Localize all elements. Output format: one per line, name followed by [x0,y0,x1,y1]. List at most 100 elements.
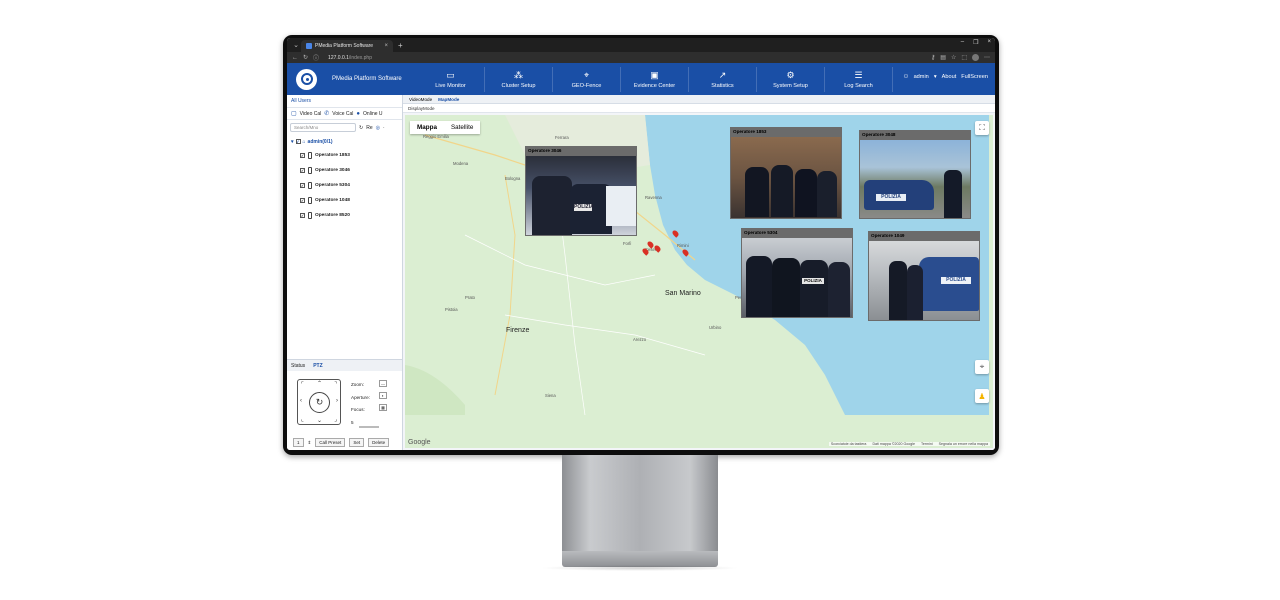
chevron-down-icon[interactable]: ▾ [934,74,937,80]
report-error-link[interactable]: Segnala un errore nella mappa [939,442,988,446]
back-icon[interactable]: ← [292,55,298,61]
minimize-icon[interactable]: – [961,39,964,46]
arrow-down-left-icon[interactable]: ⌞ [301,416,304,423]
browser-tab[interactable]: PMedia Platform Software × [301,40,393,52]
video-popup[interactable]: Operatore 3048 POLIZIA [859,130,971,219]
nav-live-monitor[interactable]: ▭ Live Monitor [417,66,485,92]
map[interactable]: Mappa Satellite ⛶ ⌖ ♟ Reggio Emilia Mode… [405,115,993,448]
call-preset-button[interactable]: Call Preset [315,438,346,447]
pegman-icon[interactable]: ♟ [975,389,989,403]
close-tab-icon[interactable]: × [384,43,388,49]
refresh-label[interactable]: Re [366,125,372,131]
tab-title: PMedia Platform Software [315,43,374,49]
fullscreen-link[interactable]: FullScreen [961,74,988,80]
panel-tools: ▢ Video Cal ✆ Voice Cal ● Online U [287,108,402,120]
tab-list-icon[interactable]: ⌄ [291,41,301,49]
video-popup[interactable]: Operatore 1049 POLIZIA [868,231,980,321]
menu-icon[interactable]: ⋯ [984,54,990,61]
phone-icon[interactable]: ✆ [324,110,329,117]
map-type-map[interactable]: Mappa [410,121,444,134]
more-icon[interactable]: · [383,125,385,131]
tab-video-mode[interactable]: VideoMode [409,97,432,102]
nav-label: Evidence Center [633,82,676,89]
close-window-icon[interactable]: × [987,39,991,46]
expand-icon[interactable]: ▾ [291,139,294,145]
nav-cluster-setup[interactable]: ⁂ Cluster Setup [485,66,553,92]
rotate-icon: ↻ [315,397,324,407]
search-placeholder: Search/Mno [294,125,319,130]
nav-log-search[interactable]: ☰ Log Search [825,66,893,92]
delete-button[interactable]: Delete [368,438,390,447]
arrow-down-right-icon[interactable]: ⌟ [334,416,337,423]
ptz-labels: Zoom: Aperture: Focus: 5 [351,379,370,429]
star-icon[interactable]: ☆ [951,54,956,61]
arrow-left-icon[interactable]: ‹ [300,398,302,404]
search-input[interactable]: Search/Mno [290,123,356,132]
locate-icon[interactable]: ◎ [376,125,380,131]
info-icon[interactable]: ⓘ [313,53,319,62]
preset-input[interactable]: 1 [293,438,304,447]
reload-icon[interactable]: ↻ [303,54,308,61]
arrow-right-icon[interactable]: › [336,398,338,404]
tree-root[interactable]: ▾ ✓ ⌂ admin(0/1) [291,135,402,148]
arrow-down-icon[interactable]: ⌄ [317,417,322,424]
popup-title: Operatore 1049 [871,233,905,238]
arrow-up-left-icon[interactable]: ⌜ [301,381,304,388]
user-checkbox[interactable]: ✓ [300,183,305,188]
user-checkbox[interactable]: ✓ [300,153,305,158]
keyboard-shortcuts-link[interactable]: Scorciatoie da tastiera [831,442,867,446]
my-location-icon[interactable]: ⌖ [975,360,989,374]
maximize-icon[interactable]: ❐ [973,39,978,46]
nav-geo-fence[interactable]: ⌖ GEO-Fence [553,66,621,92]
video-popup[interactable]: Operatore 5304 POLIZIA [741,228,853,318]
user-menu[interactable]: admin [914,74,929,80]
nav-statistics[interactable]: ↗ Statistics [689,66,757,92]
panel-title[interactable]: All Users [287,95,402,108]
user-checkbox[interactable]: ✓ [300,213,305,218]
video-popup[interactable]: Operatore 1853 [730,127,842,219]
refresh-icon[interactable]: ↻ [359,125,363,131]
aperture-button[interactable]: ◐ [379,392,387,399]
extensions-icon[interactable]: ⬚ [961,54,967,61]
about-link[interactable]: About [942,74,957,80]
arrow-up-icon[interactable]: ⌃ [317,380,322,387]
tab-status[interactable]: Status [291,363,305,369]
user-icon[interactable]: ● [356,111,360,117]
tab-map-mode[interactable]: MapMode [438,97,459,102]
tree-user-item[interactable]: ✓ Operatore 1048 [291,193,402,208]
video-popup[interactable]: Operatore 3046 POLIZIA [525,146,637,236]
url-field[interactable]: 127.0.0.1/index.php [328,55,372,61]
fullscreen-icon[interactable]: ⛶ [975,121,989,135]
terms-link[interactable]: Termini [921,442,933,446]
screen: ⌄ PMedia Platform Software × + – ❐ × ← ↻… [287,38,995,450]
tab-ptz[interactable]: PTZ [313,363,322,369]
ptz-direction-pad: ⌜ ⌃ ⌝ ‹ › ⌞ ⌄ ⌟ ↻ [297,379,341,425]
voice-call-label[interactable]: Voice Cal [332,111,353,117]
key-icon[interactable]: ⚷ [931,54,935,61]
speed-slider[interactable] [359,426,379,428]
map-type-satellite[interactable]: Satellite [444,121,480,134]
profile-avatar[interactable] [972,54,979,61]
new-tab-icon[interactable]: + [398,41,403,50]
tree-user-item[interactable]: ✓ Operatore 1853 [291,148,402,163]
left-panel: All Users ▢ Video Cal ✆ Voice Cal ● Onli… [287,95,403,450]
nav-system-setup[interactable]: ⚙ System Setup [757,66,825,92]
display-mode[interactable]: DisplayMode [403,104,995,113]
video-call-label[interactable]: Video Cal [300,111,322,117]
tree-user-item[interactable]: ✓ Operatore 5304 [291,178,402,193]
reader-icon[interactable]: ▤ [940,54,946,61]
focus-button[interactable]: ▦ [379,404,387,411]
online-users-label[interactable]: Online U [363,111,382,117]
root-checkbox[interactable]: ✓ [295,139,301,144]
arrow-up-right-icon[interactable]: ⌝ [334,381,337,388]
user-checkbox[interactable]: ✓ [300,168,305,173]
stepper-icon[interactable]: ⇕ [308,440,312,446]
zoom-button[interactable]: — [379,380,387,387]
user-checkbox[interactable]: ✓ [300,198,305,203]
tree-user-item[interactable]: ✓ Operatore 8520 [291,208,402,223]
nav-evidence-center[interactable]: ▣ Evidence Center [621,66,689,92]
tree-user-item[interactable]: ✓ Operatore 3046 [291,163,402,178]
set-button[interactable]: Set [349,438,365,447]
ptz-center-button[interactable]: ↻ [309,392,330,413]
video-call-icon[interactable]: ▢ [291,110,297,117]
